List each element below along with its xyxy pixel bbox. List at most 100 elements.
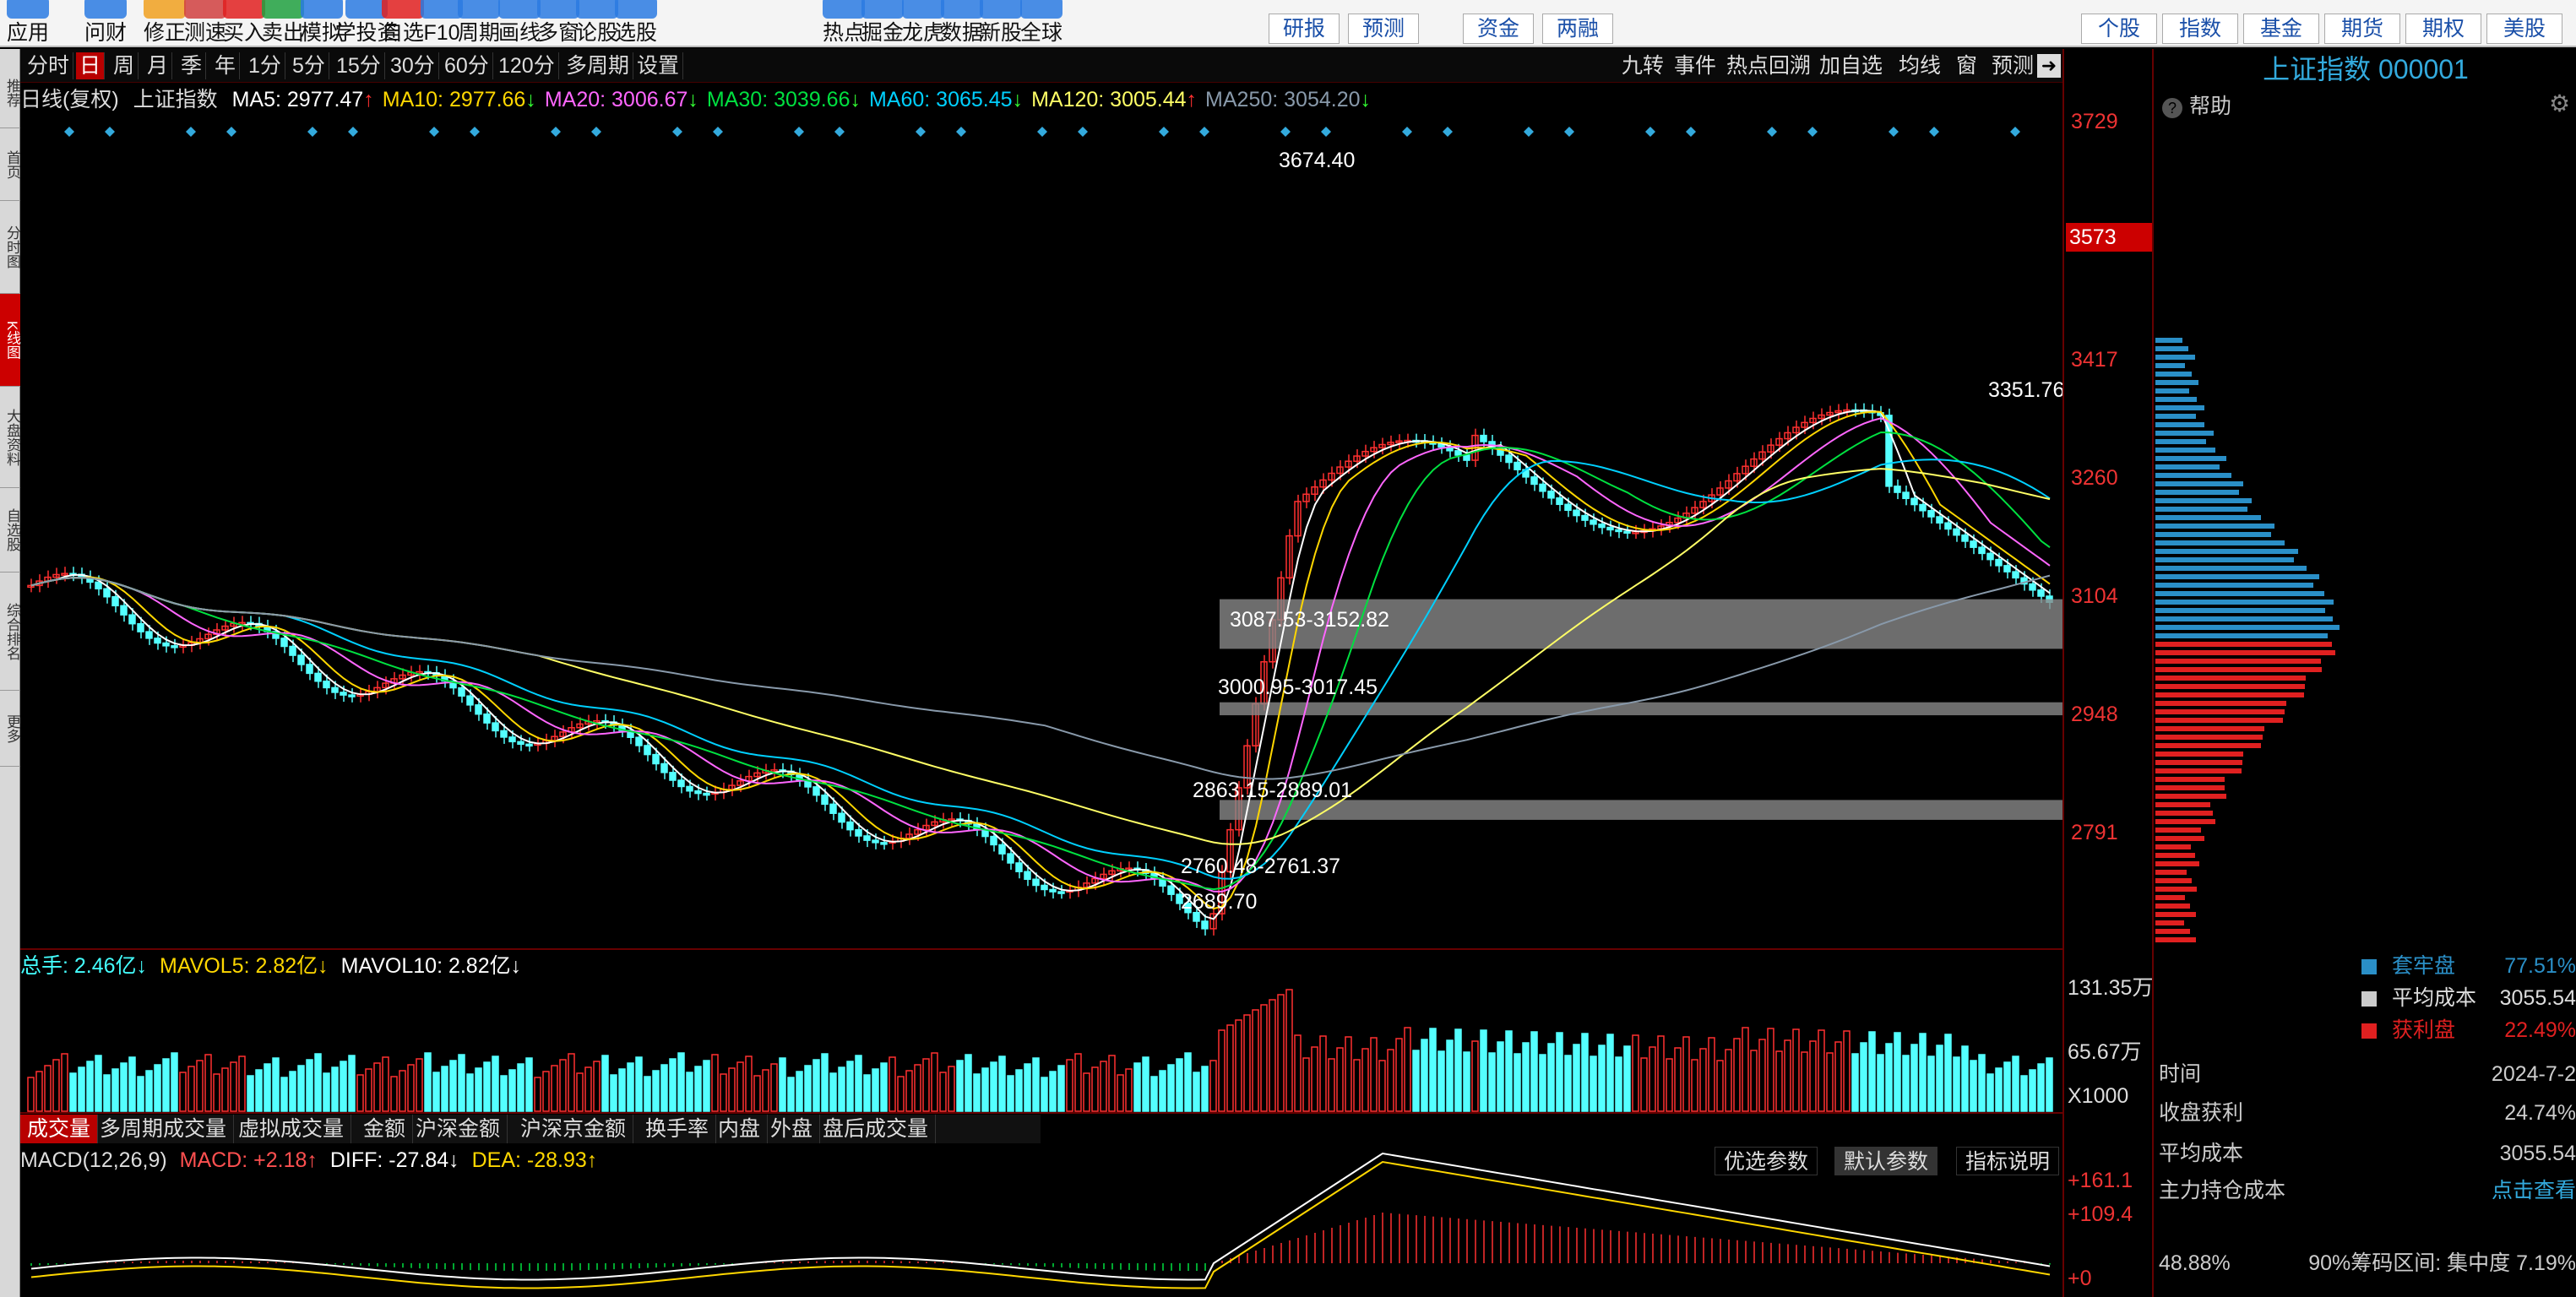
candle-body[interactable] (863, 835, 871, 841)
candle-body[interactable] (1505, 454, 1513, 464)
event-marker[interactable] (226, 127, 236, 137)
candle-body[interactable] (1556, 497, 1563, 506)
candle-body[interactable] (644, 745, 651, 756)
candle-body[interactable] (2012, 571, 2019, 579)
event-marker[interactable] (1443, 127, 1453, 137)
candle-body[interactable] (2003, 565, 2011, 573)
candle-body[interactable] (120, 605, 128, 616)
volume-tab[interactable]: 换手率 (639, 1115, 717, 1143)
toolbar-apps-button[interactable]: 应用 (7, 0, 49, 47)
toolbar-ask-button[interactable]: 问财 (84, 0, 127, 47)
info-value[interactable]: 点击查看 (2492, 1174, 2576, 1207)
toolbar-right-button[interactable]: 期权 (2405, 14, 2481, 44)
candle-body[interactable] (466, 695, 474, 706)
toolbar-right-button[interactable]: 指数 (2162, 14, 2238, 44)
event-marker[interactable] (794, 127, 804, 137)
toolbar-globe-button[interactable]: 全球 (1020, 0, 1062, 47)
settings-gear-icon[interactable]: ⚙ (2549, 90, 2570, 117)
toolbar-right-button[interactable]: 预测 (1348, 14, 1419, 44)
candle-body[interactable] (1167, 885, 1175, 895)
candle-body[interactable] (838, 812, 845, 823)
candle-body[interactable] (348, 694, 356, 697)
event-marker[interactable] (1889, 127, 1899, 137)
event-marker[interactable] (1402, 127, 1412, 137)
candle-body[interactable] (821, 794, 829, 806)
candle-body[interactable] (508, 736, 516, 743)
toolbar-dragon-button[interactable]: 龙虎 (902, 0, 944, 47)
toolbar-screen-button[interactable]: 选股 (615, 0, 657, 47)
candle-body[interactable] (103, 588, 111, 598)
volume-tab[interactable]: 内盘 (711, 1115, 769, 1143)
candle-body[interactable] (500, 730, 508, 738)
candle-body[interactable] (1902, 491, 1910, 500)
event-marker[interactable] (1686, 127, 1696, 137)
volume-tab[interactable]: 沪深京金额 (514, 1115, 634, 1143)
toolbar-gold-button[interactable]: 掘金 (861, 0, 904, 47)
toolbar-right-button[interactable]: 研报 (1269, 14, 1340, 44)
period-right-tab[interactable]: 窗 (1953, 52, 1981, 79)
candle-body[interactable] (990, 835, 997, 846)
candle-body[interactable] (1598, 524, 1606, 529)
candle-body[interactable] (1590, 519, 1597, 525)
candle-body[interactable] (297, 654, 305, 665)
period-tab[interactable]: 15分 (333, 52, 385, 79)
candle-body[interactable] (1936, 516, 1943, 524)
candle-body[interactable] (686, 785, 693, 792)
toolbar-draw-button[interactable]: 画线 (498, 0, 541, 47)
left-tab[interactable]: K线图 (0, 294, 20, 387)
event-marker[interactable] (956, 127, 966, 137)
period-right-tab[interactable]: 九转 (1618, 52, 1667, 79)
volume-tab[interactable]: 沪深金额 (409, 1115, 508, 1143)
candle-body[interactable] (1927, 510, 1935, 518)
period-tab[interactable]: 120分 (495, 52, 559, 79)
candle-body[interactable] (1007, 853, 1014, 864)
toolbar-right-button[interactable]: 个股 (2081, 14, 2157, 44)
period-tab[interactable]: 季 (177, 52, 207, 79)
period-tab[interactable]: 60分 (441, 52, 493, 79)
candle-body[interactable] (340, 692, 347, 696)
left-tab[interactable]: 大盘资料 (0, 387, 20, 488)
candle-body[interactable] (111, 596, 119, 607)
candle-body[interactable] (855, 828, 862, 837)
left-tab[interactable]: 推荐 (0, 57, 20, 128)
candle-body[interactable] (95, 581, 102, 590)
left-tab[interactable]: 分时图 (0, 201, 20, 294)
candle-body[interactable] (162, 642, 170, 647)
period-tab[interactable]: 多周期 (562, 52, 634, 79)
candle-body[interactable] (1015, 862, 1023, 872)
candle-body[interactable] (137, 622, 144, 632)
candle-body[interactable] (1978, 546, 1986, 555)
candle-body[interactable] (1944, 522, 1952, 530)
candle-body[interactable] (1615, 529, 1622, 533)
candle-body[interactable] (154, 638, 161, 644)
macd-param-button[interactable]: 指标说明 (1956, 1147, 2060, 1175)
left-tab[interactable]: 更多 (0, 691, 20, 767)
event-marker[interactable] (429, 127, 439, 137)
candle-body[interactable] (1894, 486, 1901, 493)
candle-body[interactable] (652, 753, 660, 765)
toolbar-fix-button[interactable]: 修正 (144, 0, 186, 47)
candle-body[interactable] (492, 722, 499, 732)
candle-body[interactable] (1910, 497, 1918, 506)
event-marker[interactable] (1807, 127, 1818, 137)
candle-body[interactable] (1995, 558, 2003, 567)
candle-body[interactable] (1057, 891, 1065, 894)
period-tab[interactable]: 月 (144, 52, 173, 79)
event-marker[interactable] (1767, 127, 1777, 137)
candle-body[interactable] (1530, 476, 1538, 486)
candle-body[interactable] (677, 779, 685, 788)
left-tab[interactable]: 自选股 (0, 488, 20, 573)
candle-body[interactable] (2029, 583, 2036, 591)
event-marker[interactable] (713, 127, 723, 137)
candle-body[interactable] (1623, 530, 1631, 534)
candle-body[interactable] (2037, 589, 2045, 597)
event-marker[interactable] (64, 127, 74, 137)
candle-body[interactable] (635, 736, 643, 746)
period-right-tab[interactable]: 热点回溯 (1723, 52, 1814, 79)
candle-body[interactable] (703, 792, 710, 796)
candle-body[interactable] (1547, 491, 1555, 499)
event-marker[interactable] (1037, 127, 1047, 137)
candle-body[interactable] (812, 786, 820, 796)
volume-tab[interactable]: 成交量 (20, 1115, 99, 1143)
candle-body[interactable] (1193, 911, 1200, 922)
